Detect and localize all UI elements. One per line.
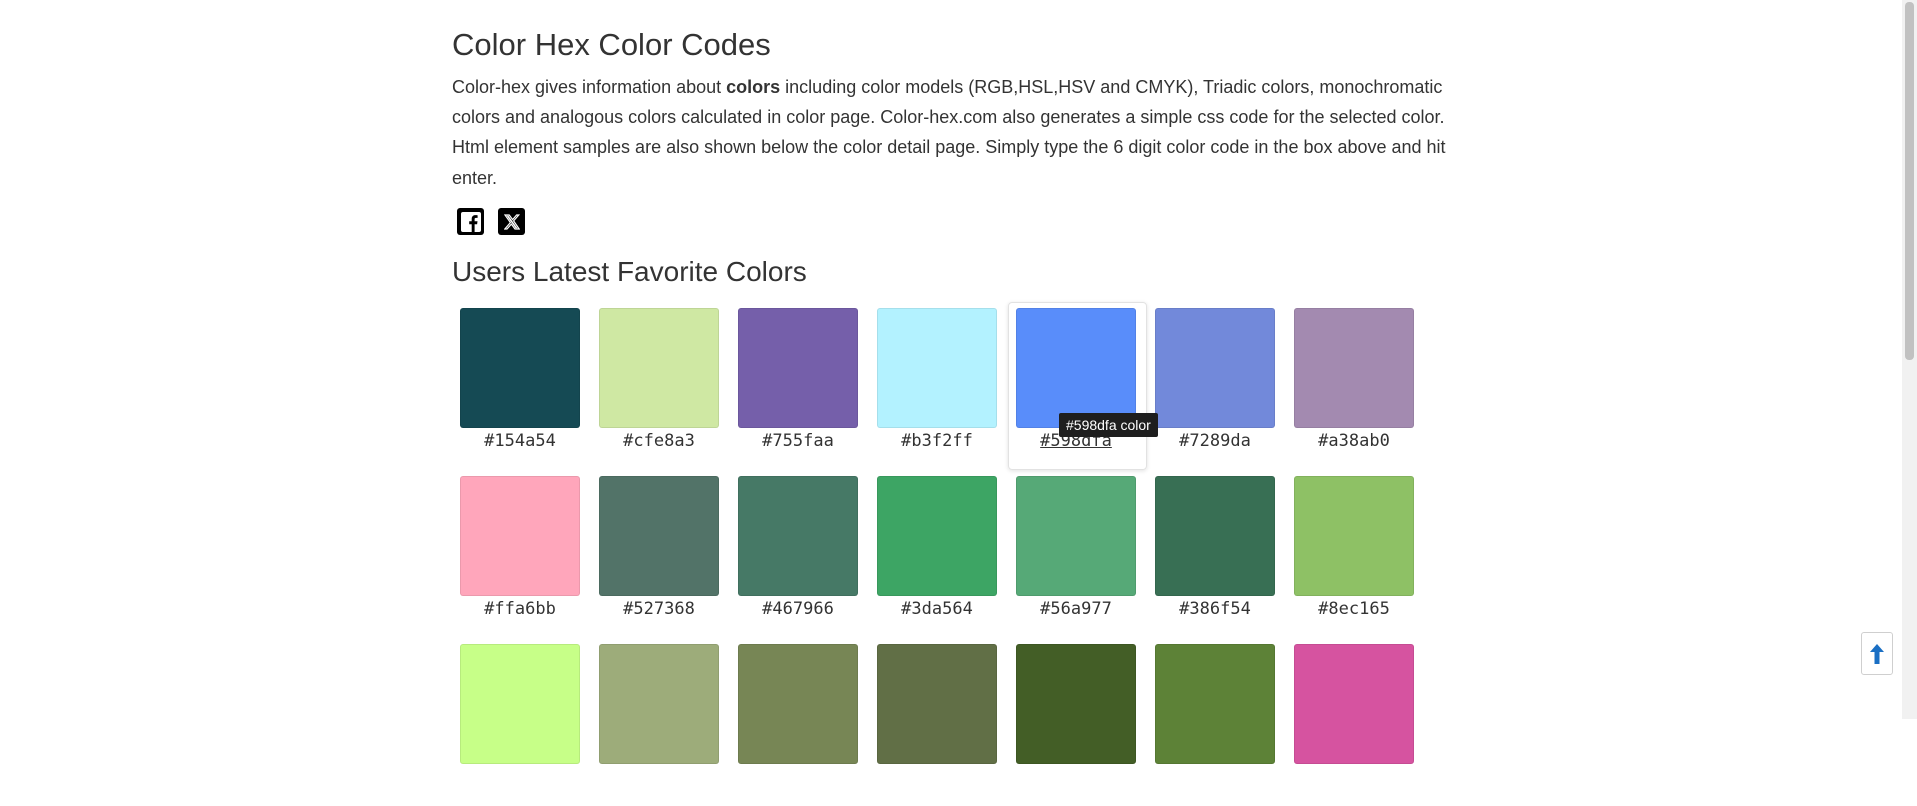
color-item[interactable] [591,638,730,806]
color-swatch[interactable] [877,308,997,428]
color-item[interactable]: #a38ab0 [1286,302,1425,470]
intro-text-bold: colors [726,77,781,97]
color-swatch[interactable] [1155,476,1275,596]
color-swatch[interactable] [460,476,580,596]
favorites-title: Users Latest Favorite Colors [452,256,807,287]
color-item[interactable] [869,638,1008,806]
color-swatch[interactable] [1294,308,1414,428]
color-swatch[interactable] [1016,644,1136,764]
color-code-link[interactable]: #386f54 [1147,599,1283,619]
color-code-link[interactable]: #3da564 [869,599,1005,619]
color-code-link[interactable]: #467966 [730,599,866,619]
color-swatch[interactable] [738,308,858,428]
color-item[interactable] [1008,638,1147,806]
color-swatch[interactable] [599,308,719,428]
facebook-share-button[interactable] [457,208,484,235]
vertical-scrollbar[interactable] [1902,0,1917,719]
color-item[interactable]: #755faa [730,302,869,470]
facebook-icon [460,211,481,232]
color-item[interactable]: #b3f2ff [869,302,1008,470]
color-item[interactable]: #3da564 [869,470,1008,638]
color-item[interactable] [452,638,591,806]
social-share [457,208,525,235]
color-tooltip: #598dfa color [1059,413,1158,437]
color-code-link[interactable]: #527368 [591,599,727,619]
color-item[interactable]: #527368 [591,470,730,638]
color-swatch[interactable] [599,476,719,596]
color-swatch[interactable] [1294,644,1414,764]
color-swatch[interactable] [599,644,719,764]
color-swatch[interactable] [1155,308,1275,428]
color-swatch[interactable] [877,644,997,764]
color-swatch[interactable] [738,476,858,596]
color-item[interactable]: #cfe8a3 [591,302,730,470]
color-item[interactable]: #598dfa [1008,302,1147,470]
color-swatch[interactable] [460,644,580,764]
color-code-link[interactable]: #154a54 [452,431,588,451]
color-code-link[interactable]: #56a977 [1008,599,1144,619]
color-code-link[interactable]: #ffa6bb [452,599,588,619]
intro-text-start: Color-hex gives information about [452,77,727,97]
color-item[interactable]: #467966 [730,470,869,638]
color-item[interactable]: #8ec165 [1286,470,1425,638]
color-code-link[interactable]: #cfe8a3 [591,431,727,451]
color-item[interactable] [730,638,869,806]
color-code-link[interactable]: #a38ab0 [1286,431,1422,451]
color-item[interactable] [1147,638,1286,806]
x-icon [503,213,520,230]
color-swatch[interactable] [877,476,997,596]
intro-paragraph: Color-hex gives information about colors… [452,72,1452,193]
back-to-top-button[interactable] [1861,632,1893,675]
color-code-link[interactable]: #b3f2ff [869,431,1005,451]
color-swatch[interactable] [460,308,580,428]
color-swatch[interactable] [1294,476,1414,596]
color-code-link[interactable]: #7289da [1147,431,1283,451]
color-item[interactable]: #56a977 [1008,470,1147,638]
color-item[interactable]: #386f54 [1147,470,1286,638]
color-swatch[interactable] [1155,644,1275,764]
color-item[interactable]: #ffa6bb [452,470,591,638]
scrollbar-thumb[interactable] [1905,2,1914,360]
arrow-up-icon [1870,643,1884,664]
color-item[interactable]: #7289da [1147,302,1286,470]
color-swatch[interactable] [738,644,858,764]
favorite-colors-grid: #154a54 #cfe8a3 #755faa #b3f2ff #598dfa #7289… [452,302,1432,806]
x-share-button[interactable] [498,208,525,235]
color-code-link[interactable]: #8ec165 [1286,599,1422,619]
color-swatch[interactable] [1016,308,1136,428]
page-title: Color Hex Color Codes [452,27,771,62]
color-item[interactable] [1286,638,1425,806]
color-code-link[interactable]: #755faa [730,431,866,451]
color-item[interactable]: #154a54 [452,302,591,470]
color-swatch[interactable] [1016,476,1136,596]
